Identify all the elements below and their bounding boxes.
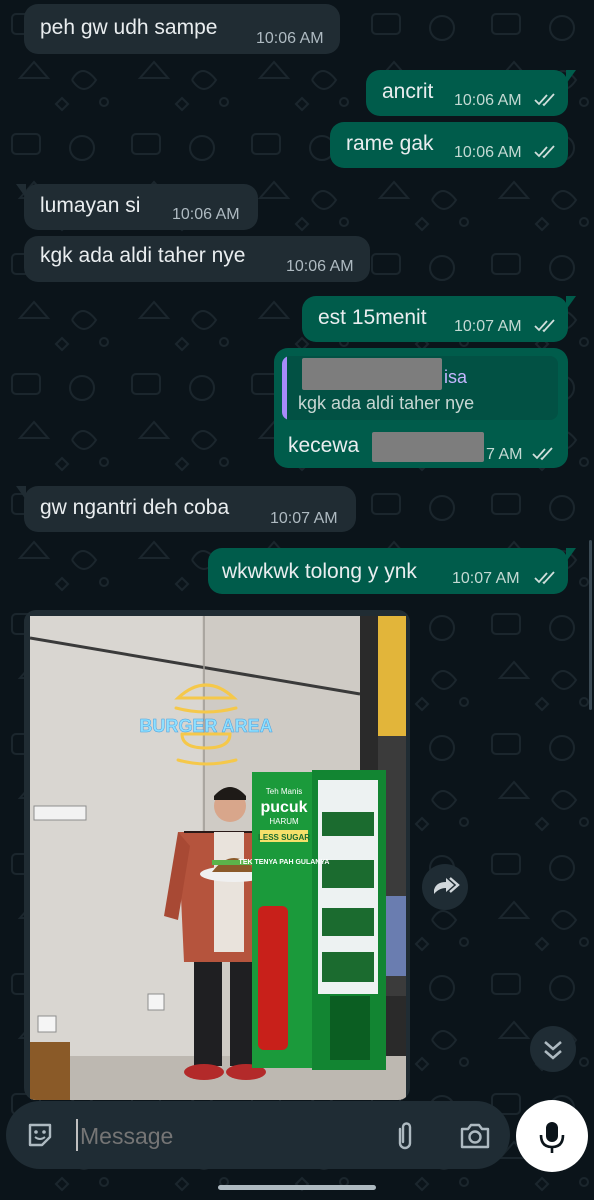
voice-record-button[interactable] <box>516 1100 588 1172</box>
camera-icon[interactable] <box>458 1121 492 1151</box>
redacted-text <box>372 432 484 462</box>
message-bubble[interactable]: ancrit 10:06 AM <box>366 70 576 116</box>
message-bubble[interactable]: peh gw udh sampe 10:06 AM <box>24 4 340 54</box>
double-check-icon <box>534 145 555 159</box>
message-time: 10:06 AM <box>454 92 522 109</box>
message-text: kgk ada aldi taher nye <box>40 244 246 267</box>
message-text: peh gw udh sampe <box>40 16 218 39</box>
double-check-icon <box>534 319 555 333</box>
message-text: lumayan si <box>40 194 141 217</box>
quoted-text: kgk ada aldi taher nye <box>298 393 475 413</box>
quote-accent-bar <box>282 356 287 420</box>
message-text: est 15menit <box>318 306 427 329</box>
message-time: 10:06 AM <box>286 258 354 275</box>
scroll-down-icon <box>544 1041 562 1060</box>
quoted-message[interactable]: isa kgk ada aldi taher nye <box>282 356 558 420</box>
home-indicator[interactable] <box>218 1185 376 1190</box>
message-time: 10:07 AM <box>452 570 520 587</box>
message-bubble[interactable]: kgk ada aldi taher nye 10:06 AM <box>24 236 370 282</box>
fridge-brand-sub: HARUM <box>269 817 299 826</box>
bubble-tail <box>566 70 576 84</box>
mic-icon <box>539 1122 565 1153</box>
drink-fridge: Teh Manis pucuk HARUM LESS SUGAR TEK TEN… <box>239 770 386 1070</box>
bubble-tail <box>566 548 576 562</box>
image-message-bubble[interactable]: BURGER AREA Teh Manis pucuk HARUM LESS S… <box>24 610 410 1100</box>
message-bubble[interactable]: est 15menit 10:07 AM <box>302 296 576 342</box>
reply-message-bubble[interactable]: isa kgk ada aldi taher nye kecewa 7 AM <box>274 348 568 468</box>
message-time: 10:07 AM <box>270 510 338 527</box>
forward-icon <box>434 877 460 894</box>
bubble-tail <box>24 610 26 624</box>
fridge-brand-big: pucuk <box>260 799 307 816</box>
message-bubble[interactable]: gw ngantri deh coba 10:07 AM <box>16 486 356 532</box>
message-time: 10:07 AM <box>454 318 522 335</box>
redacted-sender-name <box>302 358 442 390</box>
message-text: ancrit <box>382 80 434 103</box>
message-text: wkwkwk tolong y ynk <box>222 560 417 583</box>
bubble-tail <box>16 486 26 500</box>
message-input[interactable] <box>78 1115 372 1157</box>
message-text: gw ngantri deh coba <box>40 496 230 519</box>
bubble-tail <box>16 184 26 198</box>
neon-sign-text: BURGER AREA <box>139 716 272 736</box>
quoted-sender-suffix: isa <box>444 367 468 387</box>
sticker-icon[interactable] <box>24 1119 56 1151</box>
message-bubble[interactable]: rame gak 10:06 AM <box>330 122 568 168</box>
attach-icon[interactable] <box>390 1119 420 1153</box>
fridge-brand-small: Teh Manis <box>266 787 302 796</box>
message-bubble[interactable]: wkwkwk tolong y ynk 10:07 AM <box>208 548 576 594</box>
message-bubble[interactable]: lumayan si 10:06 AM <box>16 184 258 230</box>
double-check-icon <box>534 571 555 585</box>
forward-button[interactable] <box>422 864 468 910</box>
message-text: kecewa <box>288 434 360 457</box>
double-check-icon <box>534 93 555 107</box>
bubble-tail <box>566 296 576 310</box>
message-time: 10:06 AM <box>454 144 522 161</box>
message-time: 7 AM <box>486 446 523 463</box>
double-check-icon <box>532 447 553 461</box>
fridge-slogan: TEK TENYA PAH GULANYA <box>239 859 330 866</box>
scroll-to-bottom-button[interactable] <box>530 1026 576 1072</box>
message-time: 10:06 AM <box>172 206 240 223</box>
message-text: rame gak <box>346 132 434 155</box>
message-composer <box>6 1101 510 1169</box>
fridge-band: LESS SUGAR <box>258 833 310 842</box>
shared-photo[interactable]: BURGER AREA Teh Manis pucuk HARUM LESS S… <box>30 616 406 1100</box>
message-time: 10:06 AM <box>256 30 324 47</box>
